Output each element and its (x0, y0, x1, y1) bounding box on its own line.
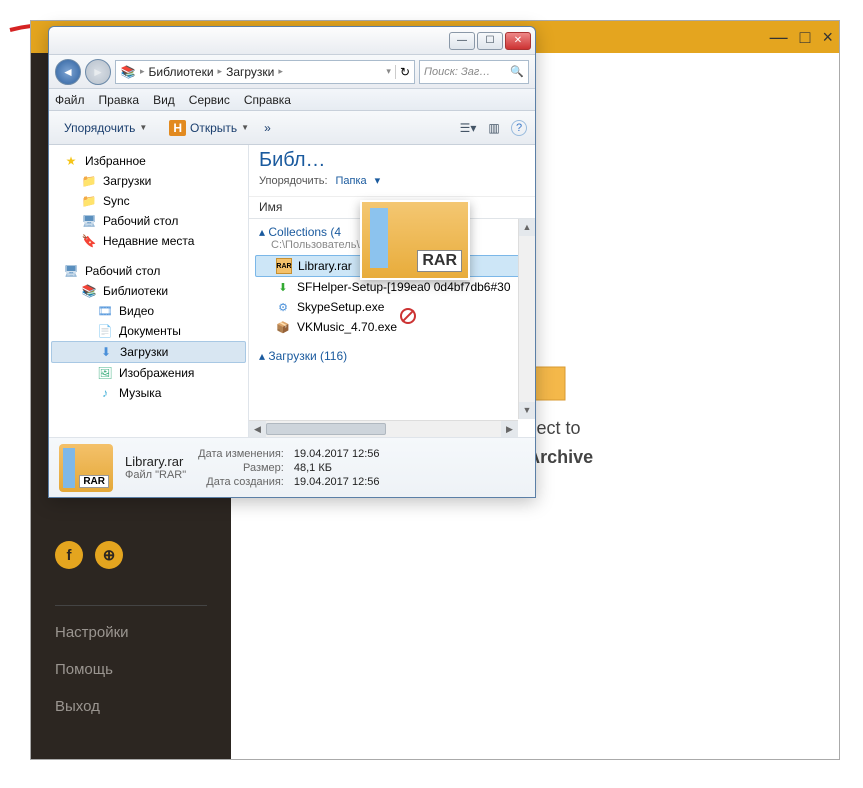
menu-tools[interactable]: Сервис (189, 93, 230, 107)
close-button[interactable]: × (822, 27, 833, 48)
group-downloads[interactable]: ▴ Загрузки (116) (255, 345, 529, 363)
chevron-down-icon[interactable]: ▾ (386, 66, 391, 77)
desktop-icon: 🖥 (81, 213, 97, 229)
folder-icon: 📁 (81, 193, 97, 209)
menu-edit[interactable]: Правка (99, 93, 140, 107)
tree-favorites[interactable]: ★Избранное (51, 151, 246, 171)
scrollbar-vertical[interactable]: ▲▼ (518, 219, 535, 419)
explorer-address-bar: ◄ ► 📚 ▸ Библиотеки ▸ Загрузки ▸ ▾ ↻ Поис… (49, 55, 535, 89)
explorer-menu-bar: Файл Правка Вид Сервис Справка (49, 89, 535, 111)
forward-button[interactable]: ► (85, 59, 111, 85)
details-size-value: 48,1 КБ (294, 462, 380, 474)
facebook-icon[interactable]: f (55, 541, 83, 569)
chevron-down-icon[interactable]: ▾ (375, 174, 381, 187)
exe-icon: ⚙ (275, 299, 291, 315)
download-icon: ⬇ (275, 279, 291, 295)
chevron-right-icon: ▸ (218, 66, 223, 77)
documents-icon: 📄 (97, 323, 113, 339)
recent-icon: 🔖 (81, 233, 97, 249)
search-icon[interactable]: 🔍 (510, 65, 524, 78)
folder-icon: 📁 (81, 173, 97, 189)
tree-desktop[interactable]: 🖥Рабочий стол (51, 211, 246, 231)
file-row[interactable]: 📦VKMusic_4.70.exe (255, 317, 529, 337)
file-row[interactable]: ⚙SkypeSetup.exe (255, 297, 529, 317)
libraries-icon: 📚 (120, 64, 136, 80)
libraries-icon: 📚 (81, 283, 97, 299)
explorer-window: — ☐ ✕ ◄ ► 📚 ▸ Библиотеки ▸ Загрузки ▸ ▾ … (48, 26, 536, 498)
explorer-close-button[interactable]: ✕ (505, 32, 531, 50)
video-icon: 🎞 (97, 303, 113, 319)
desktop-icon: 🖥 (63, 263, 79, 279)
menu-help[interactable]: Справка (244, 93, 291, 107)
group-collections[interactable]: ▴ Collections (4 (255, 221, 529, 239)
menu-view[interactable]: Вид (153, 93, 175, 107)
details-created-label: Дата создания: (198, 476, 284, 488)
more-button[interactable]: » (264, 121, 271, 135)
explorer-tree[interactable]: ★Избранное 📁Загрузки 📁Sync 🖥Рабочий стол… (49, 145, 249, 437)
search-placeholder: Поиск: Заг… (424, 66, 490, 78)
menu-file[interactable]: Файл (55, 93, 85, 107)
chevron-right-icon: ▸ (140, 66, 145, 77)
tree-video[interactable]: 🎞Видео (51, 301, 246, 321)
globe-icon[interactable]: ⊕ (95, 541, 123, 569)
tree-images[interactable]: 🖼Изображения (51, 363, 246, 383)
music-icon: ♪ (97, 385, 113, 401)
help-icon[interactable]: ? (511, 120, 527, 136)
tree-music[interactable]: ♪Музыка (51, 383, 246, 403)
explorer-titlebar[interactable]: — ☐ ✕ (49, 27, 535, 55)
explorer-file-list: Библ… Упорядочить: Папка ▾ Имя ▴ Collect… (249, 145, 535, 437)
list-title: Библ… (259, 149, 326, 171)
refresh-button[interactable]: ↻ (395, 65, 410, 79)
open-badge-icon: H (169, 120, 186, 136)
installer-icon: 📦 (275, 319, 291, 335)
group-path: C:\Пользователь\АПК\Roami… (255, 239, 529, 255)
star-icon: ★ (63, 153, 79, 169)
explorer-minimize-button[interactable]: — (449, 32, 475, 50)
view-mode-button[interactable]: ☰▾ (459, 119, 477, 137)
column-header-name[interactable]: Имя (249, 197, 535, 219)
preview-pane-button[interactable]: ▥ (485, 119, 503, 137)
details-modified-label: Дата изменения: (198, 448, 284, 460)
file-row[interactable]: ⬇SFHelper-Setup-[199ea0 0d4bf7db6#30 (255, 277, 529, 297)
tree-recent[interactable]: 🔖Недавние места (51, 231, 246, 251)
tree-documents[interactable]: 📄Документы (51, 321, 246, 341)
tree-downloads-selected[interactable]: ⬇Загрузки (51, 341, 246, 363)
search-input[interactable]: Поиск: Заг… 🔍 (419, 60, 529, 84)
back-button[interactable]: ◄ (55, 59, 81, 85)
settings-link[interactable]: Настройки (55, 624, 207, 641)
details-size-label: Размер: (198, 462, 284, 474)
scrollbar-horizontal[interactable]: ◀▶ (249, 420, 518, 437)
chevron-right-icon: ▸ (278, 66, 283, 77)
images-icon: 🖼 (97, 365, 113, 381)
tree-desktop-root[interactable]: 🖥Рабочий стол (51, 261, 246, 281)
breadcrumb-item[interactable]: Загрузки (226, 65, 274, 79)
tree-downloads[interactable]: 📁Загрузки (51, 171, 246, 191)
details-filename: Library.rar (125, 454, 186, 469)
file-row-library-rar[interactable]: RARLibrary.rar (255, 255, 529, 277)
details-modified-value: 19.04.2017 12:56 (294, 448, 380, 460)
explorer-details-pane: RAR Library.rar Файл "RAR" Дата изменени… (49, 437, 535, 497)
sort-label: Упорядочить: (259, 175, 328, 187)
sort-value[interactable]: Папка (336, 175, 367, 187)
tree-libraries[interactable]: 📚Библиотеки (51, 281, 246, 301)
organize-button[interactable]: Упорядочить▼ (57, 117, 154, 139)
exit-link[interactable]: Выход (55, 698, 207, 715)
tree-sync[interactable]: 📁Sync (51, 191, 246, 211)
breadcrumb[interactable]: 📚 ▸ Библиотеки ▸ Загрузки ▸ ▾ ↻ (115, 60, 415, 84)
minimize-button[interactable]: — (770, 27, 788, 48)
rar-icon: RAR (276, 258, 292, 274)
breadcrumb-item[interactable]: Библиотеки (149, 65, 214, 79)
rar-file-icon: RAR (59, 444, 113, 492)
maximize-button[interactable]: □ (800, 27, 811, 48)
help-link[interactable]: Помощь (55, 661, 207, 678)
details-created-value: 19.04.2017 12:56 (294, 476, 380, 488)
explorer-toolbar: Упорядочить▼ H Открыть▼ » ☰▾ ▥ ? (49, 111, 535, 145)
downloads-icon: ⬇ (98, 344, 114, 360)
details-filetype: Файл "RAR" (125, 469, 186, 481)
explorer-maximize-button[interactable]: ☐ (477, 32, 503, 50)
open-button[interactable]: H Открыть▼ (162, 116, 256, 140)
